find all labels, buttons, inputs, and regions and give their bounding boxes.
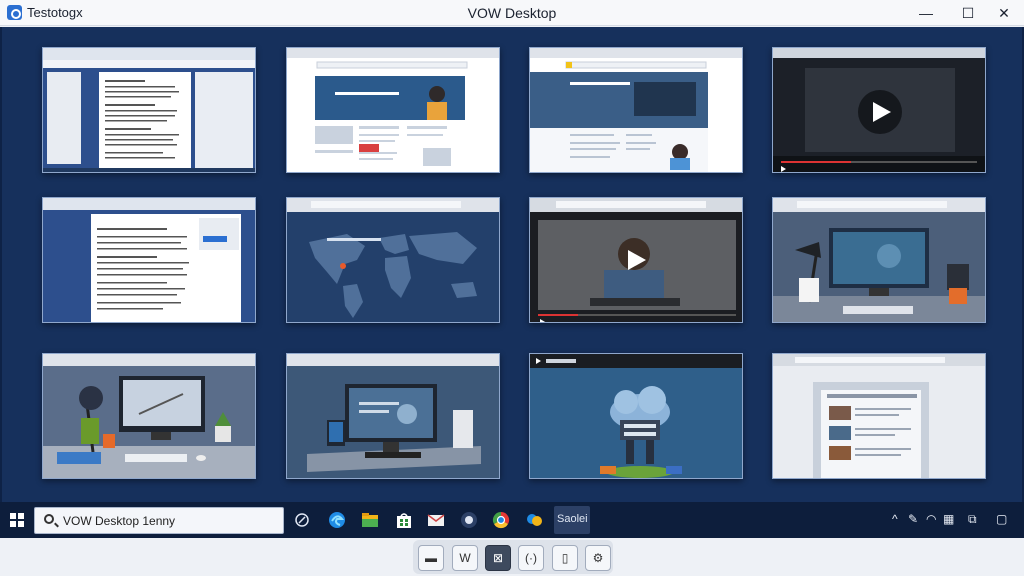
thumbnail-article-website[interactable] [529, 47, 743, 173]
browser-icon [773, 354, 985, 478]
window-title: VOW Desktop [467, 5, 557, 21]
taskbar-search-box[interactable]: VOW Desktop 1enny [34, 507, 284, 534]
chrome-icon[interactable] [491, 510, 511, 530]
thumbnail-office-desk[interactable] [42, 353, 256, 479]
timeline-icon[interactable] [292, 510, 312, 530]
thumbnail-document-editor[interactable] [42, 197, 256, 323]
map-icon [287, 198, 499, 322]
minimize-button[interactable]: — [908, 0, 944, 26]
vow-desktop-app: Testotogx VOW Desktop — ☐ ✕ VOW Desktop … [0, 0, 1024, 576]
photos-icon[interactable] [459, 510, 479, 530]
thumbnail-cloud-robot[interactable] [529, 353, 743, 479]
dock-device-button[interactable]: ▯ [552, 545, 578, 571]
app-logo-icon [7, 5, 22, 20]
search-icon [44, 514, 54, 524]
thumbnail-desk-scene[interactable] [772, 197, 986, 323]
thumbnail-world-map[interactable] [286, 197, 500, 323]
store-icon[interactable] [394, 510, 414, 530]
notification-icon[interactable]: ▢ [996, 512, 1007, 526]
taskbar: VOW Desktop 1enny Saolei ^ ✎ ◠ ▦ ⧉ ▢ [0, 502, 1024, 538]
desktop-area [0, 27, 1024, 502]
wifi-icon[interactable]: ◠ [926, 512, 936, 526]
app-name: Testotogx [27, 5, 83, 20]
dock-capture-button[interactable]: ⊠ [485, 545, 511, 571]
close-button[interactable]: ✕ [986, 0, 1022, 26]
thumbnail-video-player[interactable] [772, 47, 986, 173]
dock-audio-button[interactable]: (·) [518, 545, 544, 571]
document-icon [43, 48, 255, 172]
grid-icon[interactable]: ▦ [943, 512, 954, 526]
dock-screen-button[interactable]: ▬ [418, 545, 444, 571]
thumbnail-gallery-browser[interactable] [772, 353, 986, 479]
thumbnail-computer-desk[interactable] [286, 353, 500, 479]
play-icon [773, 48, 985, 172]
active-app-saolei[interactable]: Saolei [554, 506, 590, 534]
file-explorer-icon[interactable] [360, 510, 380, 530]
windows-start-icon[interactable] [10, 513, 24, 527]
window-icon[interactable]: ⧉ [968, 512, 977, 527]
tray-chevron-icon[interactable]: ^ [892, 512, 898, 526]
image-icon [773, 198, 985, 322]
pen-icon[interactable]: ✎ [908, 512, 918, 526]
dock-bar: ▬ W ⊠ (·) ▯ ⚙ [413, 540, 613, 574]
dock-settings-button[interactable]: ⚙ [585, 545, 611, 571]
play-icon [530, 198, 742, 322]
bottom-dock: ▬ W ⊠ (·) ▯ ⚙ [0, 538, 1024, 576]
browser-icon [530, 48, 742, 172]
thumbnail-news-website[interactable] [286, 47, 500, 173]
edge-browser-icon[interactable] [327, 510, 347, 530]
title-bar: Testotogx VOW Desktop — ☐ ✕ [0, 0, 1024, 26]
feedback-icon[interactable] [524, 510, 544, 530]
thumbnail-word-document[interactable] [42, 47, 256, 173]
search-text: VOW Desktop 1enny [63, 514, 176, 528]
document-icon [43, 198, 255, 322]
active-app-label: Saolei [557, 513, 588, 525]
thumbnail-video-lecture[interactable] [529, 197, 743, 323]
image-icon [287, 354, 499, 478]
maximize-button[interactable]: ☐ [950, 0, 986, 26]
mail-icon[interactable] [426, 510, 446, 530]
image-icon [530, 354, 742, 478]
dock-tools-button[interactable]: W [452, 545, 478, 571]
image-icon [43, 354, 255, 478]
browser-icon [287, 48, 499, 172]
